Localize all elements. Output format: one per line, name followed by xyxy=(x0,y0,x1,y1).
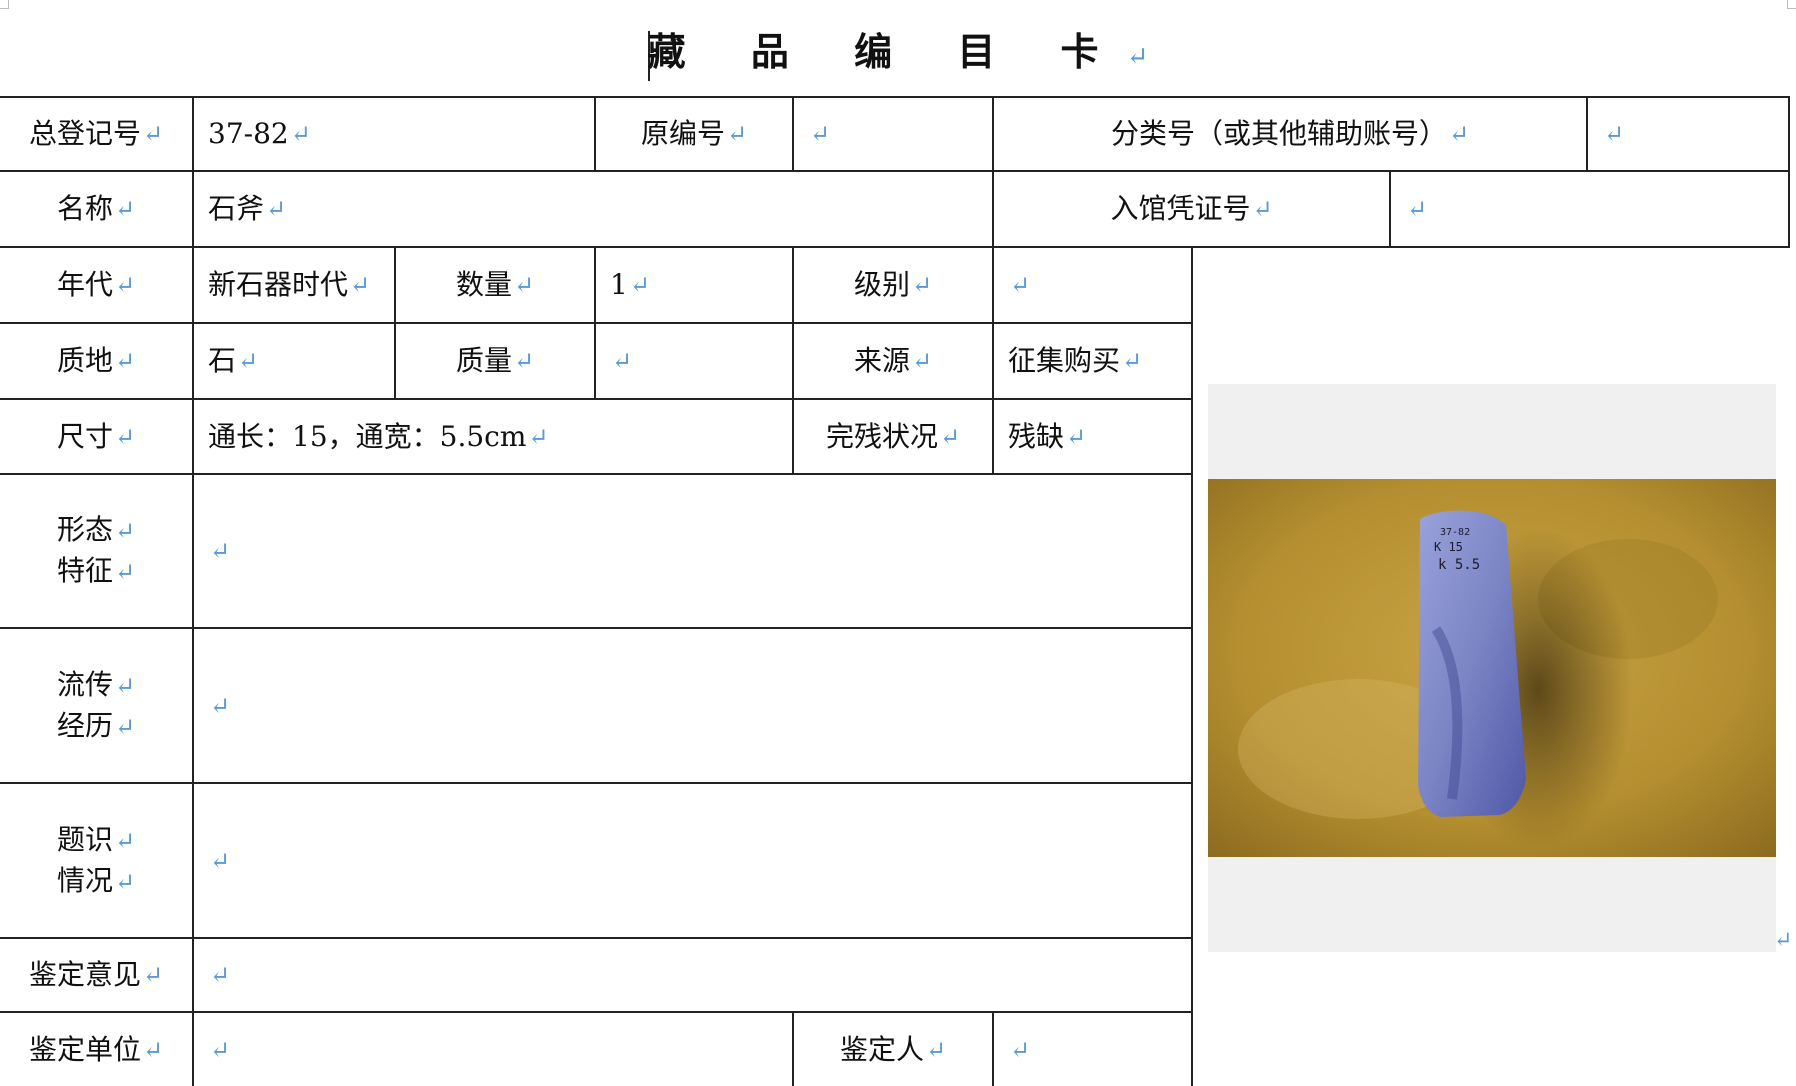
paragraph-mark-icon: ↵ xyxy=(114,671,136,700)
paragraph-mark-icon: ↵ xyxy=(210,1035,231,1064)
paragraph-mark-icon: ↵ xyxy=(1066,422,1087,451)
field-inscriptions[interactable]: ↵ xyxy=(194,784,1191,937)
label-appraisal-opinion: 鉴定意见 ↵ xyxy=(0,939,192,1011)
paragraph-mark-icon: ↵ xyxy=(612,347,633,375)
paragraph-mark-icon: ↵ xyxy=(1448,120,1470,148)
paragraph-mark-icon: ↵ xyxy=(1122,347,1143,375)
paragraph-mark-icon: ↵ xyxy=(142,1035,164,1064)
label-original-number: 原编号 ↵ xyxy=(596,98,792,170)
catalog-card-page: 藏 品 编 目 卡↵ 总登记号 ↵ 37-82 ↵ 原编号 ↵ ↵ 分类号（或其他辅助… xyxy=(0,0,1796,1086)
field-appraiser[interactable]: ↵ xyxy=(994,1013,1191,1086)
paragraph-mark-icon: ↵ xyxy=(114,422,136,451)
paragraph-mark-icon: ↵ xyxy=(350,271,371,299)
label-source: 来源 ↵ xyxy=(794,324,992,398)
field-quantity[interactable]: 1 ↵ xyxy=(596,248,792,322)
paragraph-mark-icon: ↵ xyxy=(528,422,549,451)
field-material[interactable]: 石 ↵ xyxy=(194,324,394,398)
paragraph-mark-icon: ↵ xyxy=(911,347,933,375)
label-grade: 级别 ↵ xyxy=(794,248,992,322)
paragraph-mark-icon: ↵ xyxy=(1774,928,1793,953)
field-morphology[interactable]: ↵ xyxy=(194,475,1191,627)
field-classification-number[interactable]: ↵ xyxy=(1588,98,1788,170)
label-inscriptions: 题识↵ 情况↵ xyxy=(56,822,136,897)
label-mass: 质量 ↵ xyxy=(396,324,594,398)
paragraph-mark-icon: ↵ xyxy=(726,120,748,148)
field-condition[interactable]: 残缺 ↵ xyxy=(994,400,1191,473)
paragraph-mark-icon: ↵ xyxy=(114,195,136,223)
field-era[interactable]: 新石器时代 ↵ xyxy=(194,248,394,322)
paragraph-mark-icon: ↵ xyxy=(513,347,535,375)
paragraph-mark-icon: ↵ xyxy=(1604,120,1625,148)
label-condition: 完残状况 ↵ xyxy=(794,400,992,473)
paragraph-mark-icon: ↵ xyxy=(210,537,231,565)
paragraph-mark-icon: ↵ xyxy=(114,347,136,375)
field-registration-number[interactable]: 37-82 ↵ xyxy=(194,98,594,170)
field-size[interactable]: 通长：15，通宽：5.5cm ↵ xyxy=(194,400,792,473)
photo-inscription: k 5.5 xyxy=(1438,557,1480,573)
paragraph-mark-icon: ↵ xyxy=(114,517,136,545)
stone-axe-photo: 37-82 K 15 k 5.5 xyxy=(1208,479,1776,857)
paragraph-mark-icon: ↵ xyxy=(266,195,287,223)
label-appraiser: 鉴定人 ↵ xyxy=(794,1013,992,1086)
paragraph-mark-icon: ↵ xyxy=(1252,195,1273,223)
label-registration-number: 总登记号 ↵ xyxy=(0,98,192,170)
field-appraisal-opinion[interactable]: ↵ xyxy=(194,939,1191,1011)
artifact-photo[interactable]: 37-82 K 15 k 5.5 xyxy=(1208,479,1776,857)
label-voucher-number: 入馆凭证号 ↵ xyxy=(994,172,1389,246)
label-provenance: 流传↵ 经历↵ xyxy=(56,667,136,742)
table-rule xyxy=(1788,96,1790,248)
field-grade[interactable]: ↵ xyxy=(994,248,1191,322)
paragraph-mark-icon: ↵ xyxy=(114,867,136,896)
paragraph-mark-icon: ↵ xyxy=(238,347,259,375)
label-quantity: 数量 ↵ xyxy=(396,248,594,322)
label-morphology: 形态↵ 特征↵ xyxy=(56,513,136,587)
field-original-number[interactable]: ↵ xyxy=(794,98,992,170)
field-voucher-number[interactable]: ↵ xyxy=(1391,172,1788,246)
field-provenance[interactable]: ↵ xyxy=(194,629,1191,782)
paragraph-mark-icon: ↵ xyxy=(210,961,231,989)
field-mass[interactable]: ↵ xyxy=(596,324,792,398)
paragraph-mark-icon: ↵ xyxy=(513,271,535,299)
paragraph-mark-icon: ↵ xyxy=(911,271,933,299)
paragraph-mark-icon: ↵ xyxy=(210,691,231,720)
paragraph-mark-icon: ↵ xyxy=(290,120,311,148)
paragraph-mark-icon: ↵ xyxy=(925,1035,947,1064)
photo-inscription: K 15 xyxy=(1434,540,1463,554)
paragraph-mark-icon: ↵ xyxy=(1407,195,1428,223)
paragraph-mark-icon: ↵ xyxy=(1010,271,1031,299)
paragraph-mark-icon: ↵ xyxy=(210,846,231,875)
label-classification-number: 分类号（或其他辅助账号） ↵ xyxy=(994,98,1586,170)
paragraph-mark-icon: ↵ xyxy=(1010,1035,1031,1064)
paragraph-mark-icon: ↵ xyxy=(114,826,136,855)
paragraph-mark-icon: ↵ xyxy=(114,558,136,586)
paragraph-mark-icon: ↵ xyxy=(810,120,831,148)
paragraph-mark-icon: ↵ xyxy=(142,120,164,148)
paragraph-mark-icon: ↵ xyxy=(939,422,961,451)
label-name: 名称 ↵ xyxy=(0,172,192,246)
paragraph-mark-icon: ↵ xyxy=(629,271,650,299)
field-name[interactable]: 石斧 ↵ xyxy=(194,172,992,246)
label-appraisal-unit: 鉴定单位 ↵ xyxy=(0,1013,192,1086)
photo-inscription: 37-82 xyxy=(1440,527,1470,538)
field-appraisal-unit[interactable]: ↵ xyxy=(194,1013,792,1086)
field-source[interactable]: 征集购买 ↵ xyxy=(994,324,1191,398)
label-era: 年代 ↵ xyxy=(0,248,192,322)
paragraph-mark-icon: ↵ xyxy=(114,712,136,741)
label-material: 质地 ↵ xyxy=(0,324,192,398)
paragraph-mark-icon: ↵ xyxy=(142,961,164,989)
table-rule xyxy=(1191,246,1193,1086)
paragraph-mark-icon: ↵ xyxy=(114,271,136,299)
label-size: 尺寸 ↵ xyxy=(0,400,192,473)
